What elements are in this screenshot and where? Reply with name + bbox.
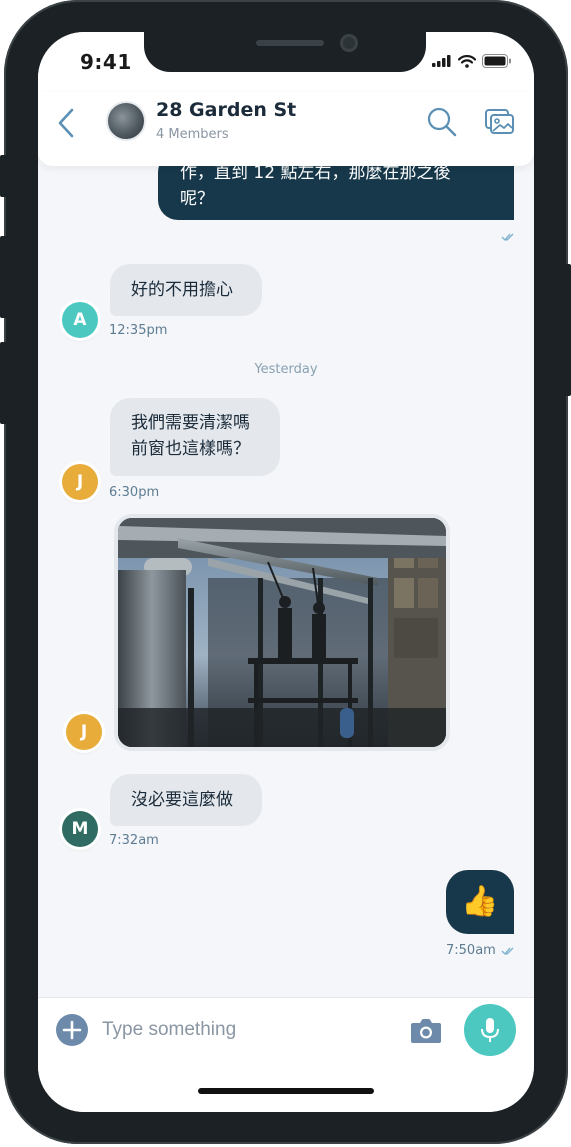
message-incoming-3: 我們需要清潔嗎 前窗也這樣嗎？: [110, 398, 280, 476]
screen: 作，直到 12 點左右，那麼在那之後 呢？ 好的不用擔心 A 12:35pm Y…: [38, 32, 534, 1112]
back-chevron-icon[interactable]: [52, 106, 82, 140]
camera-icon[interactable]: [410, 1016, 442, 1044]
avatar-a[interactable]: A: [62, 302, 98, 338]
wifi-icon: [458, 54, 476, 68]
status-bar: 9:41: [38, 32, 534, 92]
message-text-line: 呢？: [180, 189, 214, 209]
group-title[interactable]: 28 Garden St: [156, 99, 296, 121]
read-receipt-icon: [501, 233, 514, 242]
message-input[interactable]: [102, 1014, 392, 1046]
power-button: [563, 264, 571, 396]
message-time: 7:50am: [446, 943, 496, 958]
message-text: 好的不用擔心: [131, 280, 233, 300]
front-camera: [340, 34, 358, 52]
volume-down-button: [0, 342, 8, 424]
read-receipt-icon: [501, 947, 514, 956]
gallery-icon[interactable]: [484, 106, 516, 138]
group-members-count: 4 Members: [156, 127, 229, 142]
search-icon[interactable]: [426, 106, 458, 138]
avatar-j[interactable]: J: [66, 714, 102, 750]
volume-up-button: [0, 236, 8, 318]
avatar-j[interactable]: J: [62, 464, 98, 500]
message-text: 沒必要這麼做: [131, 790, 233, 810]
message-incoming-5: 沒必要這麼做: [110, 774, 262, 826]
composer-bar: [38, 997, 534, 1112]
chat-area: 作，直到 12 點左右，那麼在那之後 呢？ 好的不用擔心 A 12:35pm Y…: [38, 32, 534, 997]
speaker: [256, 40, 324, 46]
photo-window-cleaners: [118, 518, 446, 747]
message-time: 6:30pm: [109, 485, 160, 500]
mute-switch: [0, 155, 8, 197]
cellular-signal-icon: [432, 55, 451, 67]
message-time: 12:35pm: [109, 323, 168, 338]
microphone-button[interactable]: [464, 1004, 516, 1056]
avatar-m[interactable]: M: [62, 811, 98, 847]
home-indicator[interactable]: [198, 1088, 374, 1094]
notch: [144, 32, 426, 72]
message-incoming-2: 好的不用擔心: [110, 264, 262, 316]
photo-message[interactable]: [114, 514, 450, 751]
plus-icon[interactable]: [56, 1014, 88, 1046]
message-time: 7:32am: [109, 833, 159, 848]
status-icons: [432, 54, 512, 68]
message-outgoing-6: 👍: [446, 870, 514, 934]
day-separator: Yesterday: [254, 362, 318, 377]
battery-icon: [482, 54, 511, 68]
microphone-icon: [481, 1018, 499, 1042]
thumbs-up-emoji: 👍: [461, 884, 499, 919]
chat-header: 28 Garden St 4 Members: [38, 92, 534, 166]
status-time: 9:41: [80, 50, 132, 74]
message-text-line: 我們需要清潔嗎: [131, 413, 250, 433]
group-avatar[interactable]: [106, 101, 146, 141]
message-text-line: 前窗也這樣嗎？: [131, 439, 250, 459]
